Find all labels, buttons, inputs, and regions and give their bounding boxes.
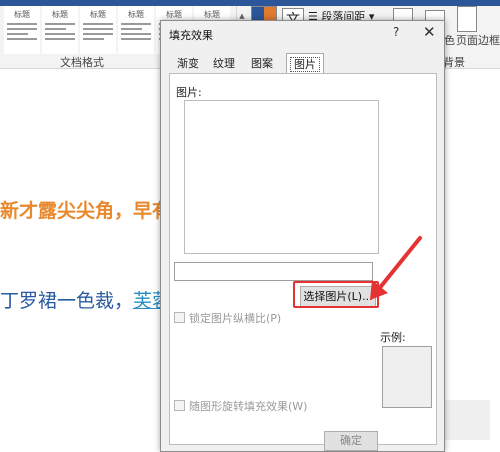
red-arrow-annotation (370, 236, 422, 300)
